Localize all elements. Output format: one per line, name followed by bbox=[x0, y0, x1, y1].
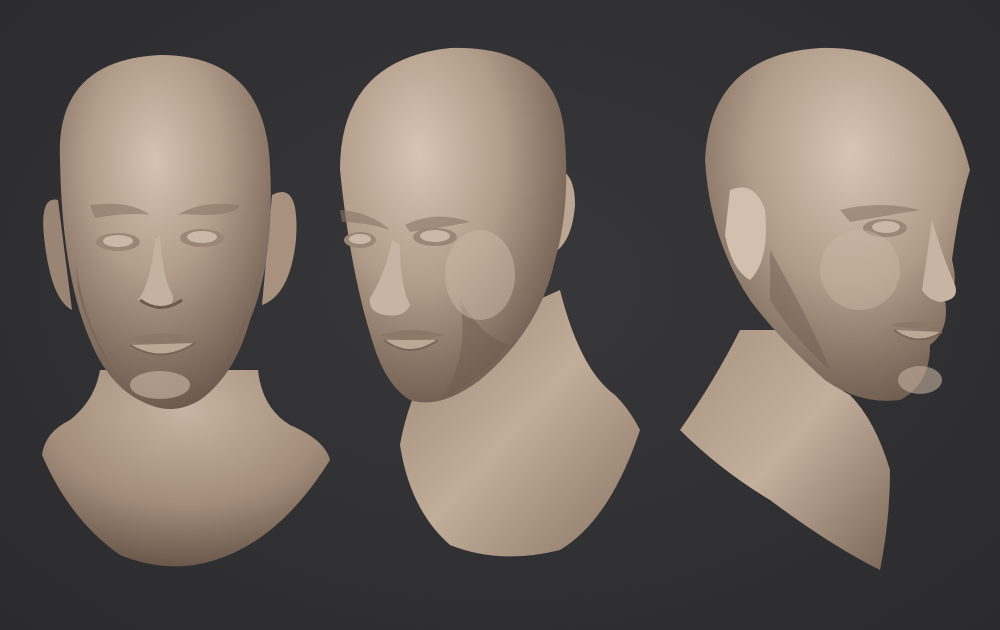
head-sculpt-front-view bbox=[0, 0, 340, 630]
head-side-drawing bbox=[680, 47, 970, 570]
head-sculpt-side-view bbox=[660, 0, 1000, 630]
sculpt-viewport bbox=[0, 0, 1000, 630]
head-front-drawing bbox=[42, 55, 330, 567]
head-three-quarter-drawing bbox=[340, 47, 640, 557]
head-sculpt-three-quarter-view bbox=[310, 0, 670, 630]
